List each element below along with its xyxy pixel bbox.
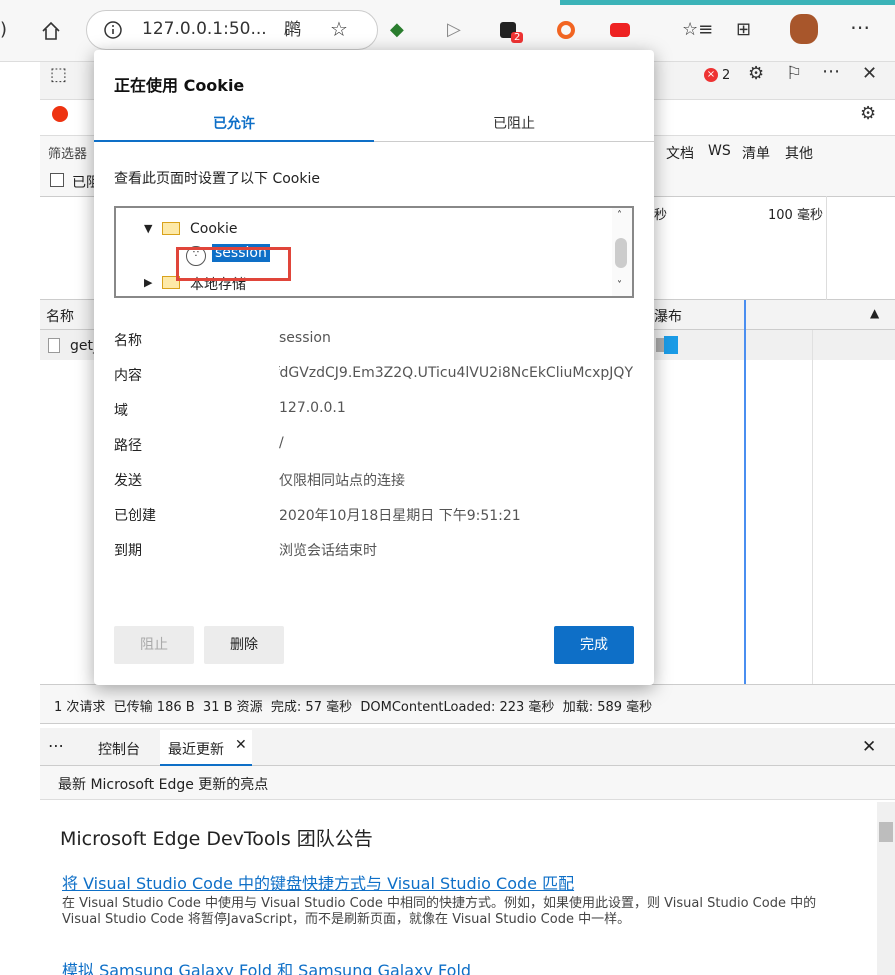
drawer-close-icon[interactable]: ✕ [862, 737, 876, 757]
folder-icon [162, 222, 180, 235]
tree-folder-cookie[interactable]: Cookie [190, 221, 238, 237]
status-summary: 1 次请求 已传输 186 B 31 B 资源 完成: 57 毫秒 DOMCon… [54, 700, 653, 715]
drawer-scroll-thumb[interactable] [879, 822, 893, 842]
prop-content-value: 25fdGVzdCJ9.Em3Z2Q.UTicu4lVU2i8NcEkCliuM… [279, 365, 633, 381]
dom-content-loaded-line [744, 300, 746, 684]
filter-label: 筛选器 [48, 147, 88, 162]
tree-scrollbar[interactable]: ˄ ˅ [612, 208, 632, 296]
prop-send-label: 发送 [114, 473, 142, 489]
prop-path-value: / [279, 435, 284, 451]
profile-avatar[interactable] [790, 14, 818, 44]
prop-domain-value: 127.0.0.1 [279, 400, 346, 416]
timeline-tick-2: 100 毫秒 [768, 208, 823, 223]
more-menu-icon[interactable]: ⋯ [850, 17, 870, 37]
prop-created-value: 2020年10月18日星期日 下午9:51:21 [279, 508, 521, 524]
annotation-highlight-box [176, 247, 291, 281]
delete-button[interactable]: 删除 [204, 626, 284, 664]
blocked-checkbox[interactable] [50, 173, 64, 187]
prop-name-label: 名称 [114, 333, 142, 349]
favorites-list-icon[interactable]: ☆≡ [682, 20, 713, 40]
announce-title: Microsoft Edge DevTools 团队公告 [60, 828, 373, 850]
feedback-icon[interactable]: ⚐ [786, 64, 802, 84]
tab-console[interactable]: 控制台 [98, 739, 140, 759]
dialog-title: 正在使用 Cookie [114, 76, 245, 95]
extension-video-icon[interactable] [610, 23, 630, 37]
home-icon[interactable] [40, 20, 62, 42]
waterfall-bar-wait [656, 338, 664, 352]
info-icon[interactable] [103, 20, 123, 40]
prop-expires-value: 浏览会话结束时 [279, 543, 377, 559]
prop-path-label: 路径 [114, 438, 142, 454]
drawer-more-icon[interactable]: ⋯ [48, 736, 64, 755]
filter-ws[interactable]: WS [708, 143, 731, 159]
drawer-header-text: 最新 Microsoft Edge 更新的亮点 [58, 777, 269, 793]
tab-blocked[interactable]: 已阻止 [374, 106, 654, 142]
settings-gear-icon[interactable]: ⚙ [748, 64, 764, 84]
collapse-arrow-icon[interactable]: ▶ [144, 276, 152, 289]
tab-strip-accent [560, 0, 895, 5]
timeline-gridline [826, 196, 827, 300]
error-count[interactable]: 2 [722, 68, 730, 83]
prop-domain-label: 域 [114, 403, 128, 419]
prop-expires-label: 到期 [114, 543, 142, 559]
filter-other[interactable]: 其他 [785, 143, 813, 163]
tab-close-icon[interactable]: ✕ [235, 737, 247, 753]
expand-arrow-icon[interactable]: ▼ [144, 222, 152, 235]
scroll-up-icon[interactable]: ˄ [617, 210, 622, 221]
announce-link-2[interactable]: 模拟 Samsung Galaxy Fold 和 Samsung Galaxy … [62, 957, 471, 975]
translate-icon[interactable]: 䴙 [284, 20, 301, 40]
prop-created-label: 已创建 [114, 508, 156, 524]
waterfall-gridline [812, 330, 813, 684]
devtools-more-icon[interactable]: ⋯ [822, 62, 840, 82]
collections-icon[interactable]: ⊞ [736, 20, 751, 40]
waterfall-bar-download [664, 336, 678, 354]
network-settings-icon[interactable]: ⚙ [860, 104, 876, 124]
extension-globe-icon[interactable]: ◆ [390, 20, 404, 40]
back-icon[interactable]: ) [0, 20, 7, 40]
done-button[interactable]: 完成 [554, 626, 634, 664]
prop-name-value: session [279, 330, 331, 346]
timeline-tick-1: 秒 [654, 208, 668, 223]
tab-allowed[interactable]: 已允许 [94, 106, 374, 142]
sort-up-icon[interactable]: ▲ [870, 306, 879, 320]
scroll-down-icon[interactable]: ˅ [617, 280, 622, 291]
tree-scroll-thumb[interactable] [615, 238, 627, 268]
dialog-description: 查看此页面时设置了以下 Cookie [114, 171, 320, 187]
extension-ring-icon[interactable] [557, 21, 575, 39]
error-icon[interactable]: × [704, 68, 718, 82]
col-waterfall[interactable]: 瀑布 [654, 306, 682, 326]
filter-manifest[interactable]: 清单 [742, 143, 770, 163]
file-icon [48, 338, 60, 353]
inspect-icon[interactable]: ⬚ [50, 65, 67, 85]
tab-whats-new-label: 最近更新 [168, 742, 224, 758]
block-button[interactable]: 阻止 [114, 626, 194, 664]
prop-content-label: 内容 [114, 368, 142, 384]
filter-doc[interactable]: 文档 [666, 143, 694, 163]
announce-desc-1: 在 Visual Studio Code 中使用与 Visual Studio … [62, 896, 817, 927]
announce-link-1[interactable]: 将 Visual Studio Code 中的键盘快捷方式与 Visual St… [62, 870, 574, 894]
col-name[interactable]: 名称 [46, 306, 74, 326]
favorite-star-icon[interactable]: ☆ [330, 19, 348, 39]
extension-badge: 2 [511, 32, 524, 43]
address-text[interactable]: 127.0.0.1:50... [142, 19, 267, 39]
extension-cursor-icon[interactable]: ▷ [447, 20, 461, 40]
prop-send-value: 仅限相同站点的连接 [279, 473, 405, 489]
cookie-dialog: 正在使用 Cookie 已允许 已阻止 查看此页面时设置了以下 Cookie ▼… [94, 50, 654, 685]
record-icon[interactable] [52, 106, 68, 122]
devtools-close-icon[interactable]: ✕ [862, 64, 877, 84]
